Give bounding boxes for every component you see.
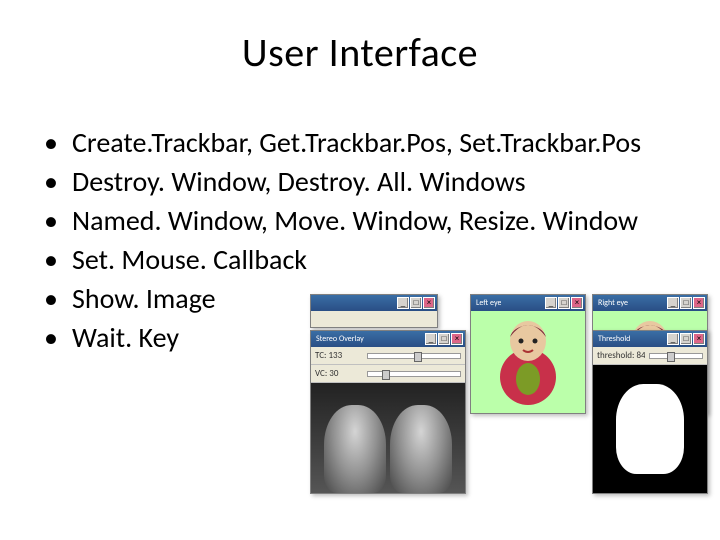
window-titlebar: Stereo Overlay _ □ × bbox=[311, 331, 465, 347]
minimize-icon[interactable]: _ bbox=[667, 297, 679, 309]
list-item: Create.Trackbar, Get.Trackbar.Pos, Set.T… bbox=[44, 125, 688, 160]
doll-ghost-right bbox=[390, 405, 452, 493]
window-body: threshold: 84 bbox=[593, 347, 707, 493]
threshold-image bbox=[593, 365, 707, 493]
window-title: Threshold bbox=[595, 334, 630, 344]
slide: User Interface Create.Trackbar, Get.Trac… bbox=[0, 28, 720, 540]
slide-title: User Interface bbox=[0, 28, 720, 77]
trackbar-tc: TC: 133 bbox=[311, 347, 465, 365]
maximize-icon[interactable]: □ bbox=[438, 333, 450, 345]
window-titlebar: Right eye _ □ × bbox=[593, 295, 707, 311]
minimize-icon[interactable]: _ bbox=[425, 333, 437, 345]
left-eye-image bbox=[471, 311, 585, 413]
left-eye-window: Left eye _ □ × bbox=[470, 294, 586, 414]
window-buttons: _ □ × bbox=[667, 297, 705, 309]
trackbar-label: VC: 30 bbox=[315, 368, 363, 379]
minimize-icon[interactable]: _ bbox=[545, 297, 557, 309]
trackbar-track[interactable] bbox=[649, 353, 703, 359]
maximize-icon[interactable]: □ bbox=[680, 333, 692, 345]
doll-icon bbox=[493, 317, 563, 407]
trackbar-label: TC: 133 bbox=[315, 350, 363, 361]
trackbar-thumb[interactable] bbox=[382, 370, 390, 380]
close-icon[interactable]: × bbox=[693, 333, 705, 345]
trackbar-label: threshold: 84 bbox=[597, 350, 645, 361]
maximize-icon[interactable]: □ bbox=[558, 297, 570, 309]
trackbar-track[interactable] bbox=[367, 371, 461, 377]
window-buttons: _ □ × bbox=[425, 333, 463, 345]
window-buttons: _ □ × bbox=[667, 333, 705, 345]
window-buttons: _ □ × bbox=[545, 297, 583, 309]
minimize-icon[interactable]: _ bbox=[667, 333, 679, 345]
window-titlebar: Left eye _ □ × bbox=[471, 295, 585, 311]
minimize-icon[interactable]: _ bbox=[397, 297, 409, 309]
window-title: Left eye bbox=[473, 298, 501, 308]
stereo-overlay-window: Stereo Overlay _ □ × TC: 133 VC: 30 bbox=[310, 330, 466, 494]
close-icon[interactable]: × bbox=[423, 297, 435, 309]
window-title: Stereo Overlay bbox=[313, 334, 364, 344]
list-item: Named. Window, Move. Window, Resize. Win… bbox=[44, 203, 688, 238]
control-window: _ □ × bbox=[310, 294, 438, 328]
threshold-window: Threshold _ □ × threshold: 84 bbox=[592, 330, 708, 494]
window-body: TC: 133 VC: 30 bbox=[311, 347, 465, 493]
window-buttons: _ □ × bbox=[397, 297, 435, 309]
window-body bbox=[311, 311, 437, 327]
trackbar-thumb[interactable] bbox=[414, 352, 422, 362]
window-titlebar: Threshold _ □ × bbox=[593, 331, 707, 347]
list-item: Set. Mouse. Callback bbox=[44, 242, 688, 277]
window-titlebar: _ □ × bbox=[311, 295, 437, 311]
close-icon[interactable]: × bbox=[451, 333, 463, 345]
doll-ghost-left bbox=[324, 405, 386, 493]
threshold-blob bbox=[616, 384, 684, 474]
close-icon[interactable]: × bbox=[693, 297, 705, 309]
demo-screenshot: _ □ × Stereo Overlay _ □ × TC: 133 bbox=[310, 294, 710, 494]
stereo-image bbox=[311, 383, 465, 493]
trackbar-vc: VC: 30 bbox=[311, 365, 465, 383]
list-item: Destroy. Window, Destroy. All. Windows bbox=[44, 164, 688, 199]
trackbar-threshold: threshold: 84 bbox=[593, 347, 707, 365]
trackbar-thumb[interactable] bbox=[667, 352, 675, 362]
window-title: Right eye bbox=[595, 298, 628, 308]
trackbar-track[interactable] bbox=[367, 353, 461, 359]
maximize-icon[interactable]: □ bbox=[410, 297, 422, 309]
maximize-icon[interactable]: □ bbox=[680, 297, 692, 309]
close-icon[interactable]: × bbox=[571, 297, 583, 309]
